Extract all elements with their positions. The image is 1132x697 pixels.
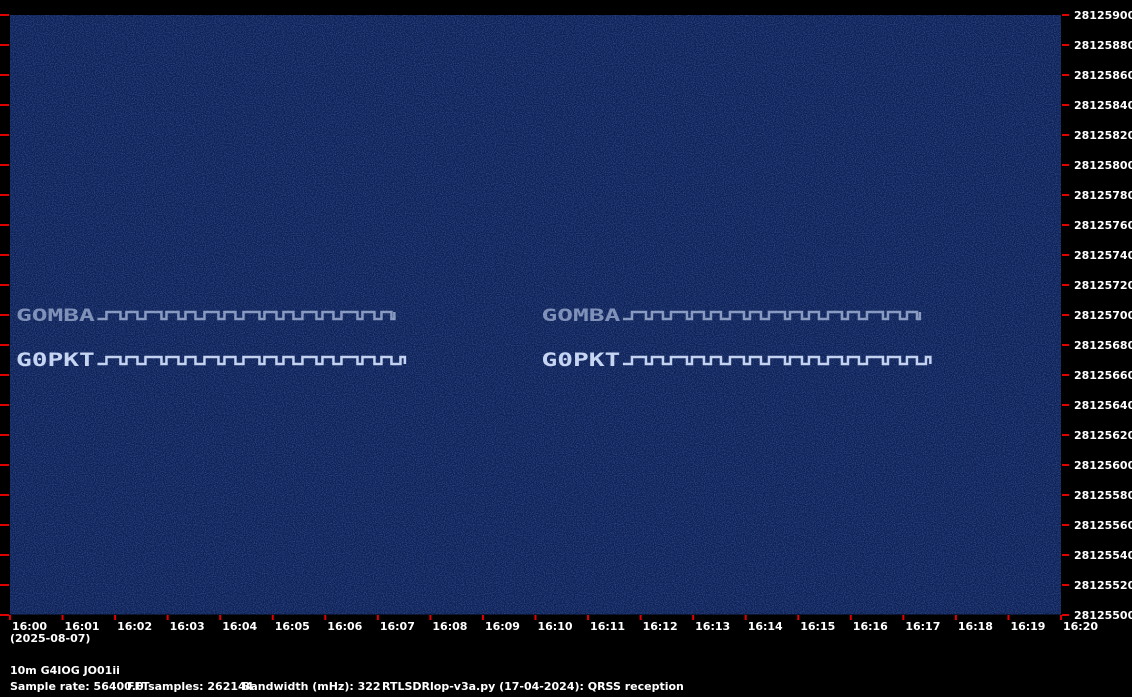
bandwidth-label: Bandwidth (mHz): 322 xyxy=(242,680,381,693)
x-tick-label: 16:12 xyxy=(643,620,678,633)
y-tick-label: 28125900 xyxy=(1074,9,1132,22)
x-tick-label: 16:03 xyxy=(170,620,205,633)
y-tick-label: 28125580 xyxy=(1074,489,1132,502)
y-tick-label: 28125640 xyxy=(1074,399,1132,412)
y-tick-label: 28125560 xyxy=(1074,519,1132,532)
x-tick-label: 16:11 xyxy=(590,620,625,633)
x-tick-label: 16:16 xyxy=(853,620,888,633)
x-tick-label: 16:17 xyxy=(905,620,940,633)
y-tick-label: 28125840 xyxy=(1074,99,1132,112)
date-label: (2025-08-07) xyxy=(10,632,91,645)
y-tick-label: 28125800 xyxy=(1074,159,1132,172)
x-tick-label: 16:07 xyxy=(380,620,415,633)
x-tick-label: 16:19 xyxy=(1010,620,1045,633)
signal-callsign: G0PKT xyxy=(542,349,621,371)
y-tick-label: 28125760 xyxy=(1074,219,1132,232)
x-tick-label: 16:13 xyxy=(695,620,730,633)
signal-callsign: GOMBA xyxy=(542,306,621,326)
y-tick-label: 28125820 xyxy=(1074,129,1132,142)
y-tick-label: 28125520 xyxy=(1074,579,1132,592)
x-tick-label: 16:06 xyxy=(327,620,362,633)
y-tick-label: 28125600 xyxy=(1074,459,1132,472)
fft-samples-label: FFTsamples: 262144 xyxy=(127,680,254,693)
signal-callsign: GOMBA xyxy=(16,306,95,326)
y-tick-label: 28125540 xyxy=(1074,549,1132,562)
y-tick-label: 28125620 xyxy=(1074,429,1132,442)
y-tick-label: 28125860 xyxy=(1074,69,1132,82)
x-tick-label: 16:05 xyxy=(275,620,310,633)
y-tick-label: 28125720 xyxy=(1074,279,1132,292)
sample-rate-label: Sample rate: 56400.0 xyxy=(10,680,144,693)
y-tick-label: 28125880 xyxy=(1074,39,1132,52)
y-tick-label: 28125700 xyxy=(1074,309,1132,322)
x-tick-label: 16:08 xyxy=(432,620,467,633)
x-tick-label: 16:18 xyxy=(958,620,993,633)
x-tick-label: 16:02 xyxy=(117,620,152,633)
y-tick-label: 28125660 xyxy=(1074,369,1132,382)
y-tick-label: 28125740 xyxy=(1074,249,1132,262)
station-label: 10m G4IOG JO01ii xyxy=(10,664,120,677)
x-tick-label: 16:10 xyxy=(538,620,573,633)
x-tick-label: 16:09 xyxy=(485,620,520,633)
y-tick-label: 28125780 xyxy=(1074,189,1132,202)
x-tick-label: 16:15 xyxy=(800,620,835,633)
signal-callsign: G0PKT xyxy=(16,349,95,371)
x-tick-label: 16:04 xyxy=(222,620,257,633)
waterfall-plot-area: GOMBA GOMBA G0PKT G0PKT xyxy=(10,15,1061,615)
y-tick-label: 28125680 xyxy=(1074,339,1132,352)
spectrogram-figure: GOMBA GOMBAG0PKT G0PKT 16:00 16:01 16:02 16:0… xyxy=(0,0,1132,697)
program-label: RTLSDRlop-v3a.py (17-04-2024): QRSS rece… xyxy=(382,680,684,693)
x-tick-label: 16:14 xyxy=(748,620,783,633)
y-tick-label: 28125500 xyxy=(1074,609,1132,622)
